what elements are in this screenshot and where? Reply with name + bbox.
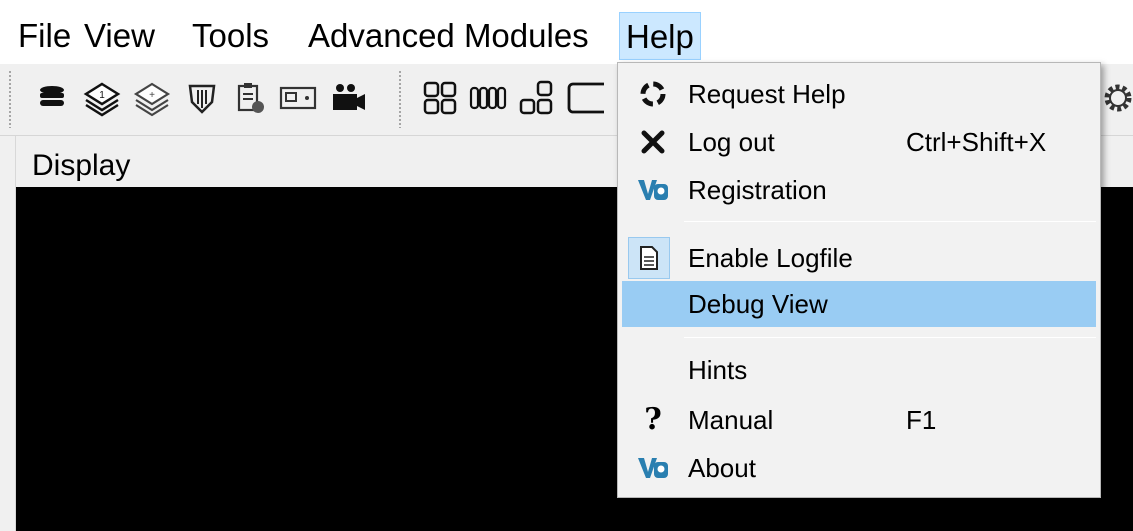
app-logo-icon (636, 173, 670, 207)
layout-cascade-icon[interactable] (514, 74, 558, 122)
menu-help[interactable]: Help (619, 12, 701, 60)
settings-gear-icon[interactable] (1096, 74, 1133, 122)
grid-2x2-icon[interactable] (418, 74, 462, 122)
menu-tools[interactable]: Tools (186, 12, 275, 60)
menu-item-label: Manual (688, 405, 774, 435)
grid-columns-icon[interactable] (466, 74, 510, 122)
menu-item-label: Request Help (688, 79, 846, 109)
menu-bar: File View Tools Advanced Modules Help (0, 0, 1133, 64)
close-x-icon (636, 125, 670, 159)
question-mark-icon: ? (644, 402, 662, 437)
toolbar-grip[interactable] (8, 70, 12, 128)
display-panel-title: Display (32, 149, 131, 182)
help-menu-dropdown: Request Help Log out Ctrl+Shift+X Regist… (617, 62, 1101, 498)
video-camera-icon[interactable] (326, 74, 370, 122)
menu-file[interactable]: File (12, 12, 77, 60)
app-logo-icon (636, 451, 670, 485)
menu-item-label: Registration (688, 175, 827, 205)
menu-advanced-modules[interactable]: Advanced Modules (302, 12, 595, 60)
shield-network-icon[interactable] (180, 74, 224, 122)
menu-item-request-help[interactable]: Request Help (622, 71, 1096, 117)
menu-item-label: Log out (688, 127, 775, 157)
menu-item-log-out[interactable]: Log out Ctrl+Shift+X (622, 119, 1096, 165)
layer-stack-1-icon[interactable]: 1 (80, 74, 124, 122)
menu-item-enable-logfile[interactable]: Enable Logfile (622, 235, 1096, 281)
clipboard-export-icon[interactable] (228, 74, 272, 122)
menu-view[interactable]: View (78, 12, 161, 60)
menu-item-label: Enable Logfile (688, 243, 853, 273)
menu-separator (684, 337, 1096, 338)
single-frame-icon[interactable] (562, 74, 606, 122)
database-icon[interactable] (30, 74, 74, 122)
menu-item-manual[interactable]: ? Manual F1 (622, 397, 1096, 443)
card-reader-icon[interactable] (276, 74, 320, 122)
layer-stack-add-icon[interactable]: + (130, 74, 174, 122)
menu-item-registration[interactable]: Registration (622, 167, 1096, 213)
menu-item-label: Hints (688, 355, 748, 385)
menu-item-shortcut: Ctrl+Shift+X (906, 127, 1047, 157)
lifebuoy-icon (636, 77, 670, 111)
menu-item-shortcut: F1 (906, 405, 937, 435)
menu-item-about[interactable]: About (622, 445, 1096, 491)
menu-item-label: Debug View (688, 289, 828, 319)
menu-separator (684, 221, 1096, 222)
toolbar-grip-2[interactable] (398, 70, 402, 128)
menu-item-debug-view[interactable]: Debug View (622, 281, 1096, 327)
menu-item-hints[interactable]: Hints (622, 347, 1096, 393)
document-icon (628, 237, 670, 279)
svg-text:+: + (149, 90, 155, 101)
left-panel-edge (0, 136, 16, 531)
menu-item-label: About (688, 453, 756, 483)
svg-text:1: 1 (99, 90, 105, 101)
